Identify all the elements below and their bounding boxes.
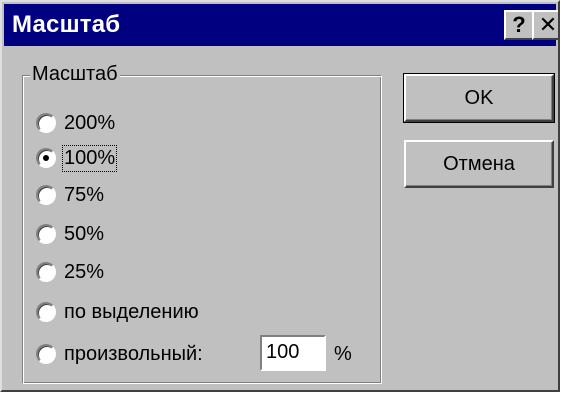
radio-fit-selection[interactable] [36, 302, 56, 322]
option-custom[interactable]: произвольный: [36, 340, 203, 368]
option-fit-selection[interactable]: по выделению [36, 298, 199, 326]
option-75[interactable]: 75% [36, 181, 104, 209]
option-label-75: 75% [64, 183, 105, 206]
radio-100[interactable] [36, 148, 56, 168]
close-button[interactable]: ✕ [532, 10, 558, 40]
percent-unit-label: % [334, 343, 352, 365]
option-label-fit-selection: по выделению [64, 300, 199, 323]
option-50[interactable]: 50% [36, 220, 104, 248]
radio-custom[interactable] [36, 344, 56, 364]
option-label-custom: произвольный: [64, 342, 203, 365]
dialog-title: Масштаб [12, 11, 121, 38]
option-label-100: 100% [61, 144, 118, 172]
group-label: Масштаб [30, 62, 120, 86]
radio-selected-dot [43, 155, 49, 161]
option-100[interactable]: 100% [36, 144, 118, 172]
ok-button[interactable]: OK [403, 73, 555, 123]
option-25[interactable]: 25% [36, 258, 104, 286]
custom-zoom-input[interactable]: 100 [260, 335, 326, 371]
cancel-button[interactable]: Отмена [404, 140, 554, 188]
option-label-25: 25% [64, 260, 105, 283]
radio-25[interactable] [36, 262, 56, 282]
zoom-dialog: Масштаб ? ✕ Масштаб 200% 100% 75% 50% 25… [0, 0, 560, 392]
title-bar: Масштаб ? ✕ [4, 4, 558, 46]
help-button[interactable]: ? [504, 10, 534, 40]
radio-75[interactable] [36, 185, 56, 205]
option-label-200: 200% [64, 111, 116, 134]
option-label-50: 50% [64, 222, 105, 245]
radio-50[interactable] [36, 224, 56, 244]
option-200[interactable]: 200% [36, 109, 115, 137]
radio-200[interactable] [36, 113, 56, 133]
